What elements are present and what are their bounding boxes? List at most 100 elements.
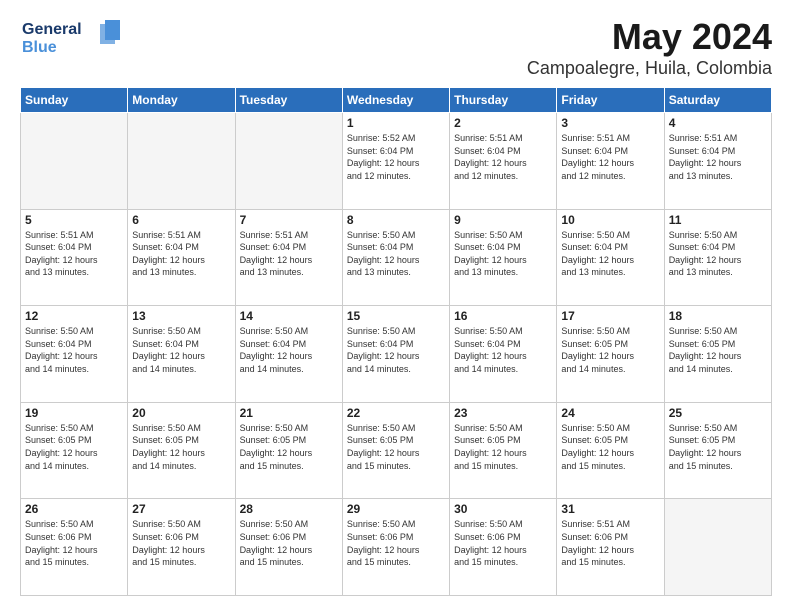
title-block: May 2024 Campoalegre, Huila, Colombia	[527, 16, 772, 79]
header-friday: Friday	[557, 88, 664, 113]
cell-info: Sunrise: 5:51 AM Sunset: 6:04 PM Dayligh…	[669, 132, 767, 182]
day-number: 22	[347, 406, 445, 420]
day-number: 8	[347, 213, 445, 227]
cell-info: Sunrise: 5:51 AM Sunset: 6:04 PM Dayligh…	[561, 132, 659, 182]
cell-info: Sunrise: 5:50 AM Sunset: 6:06 PM Dayligh…	[25, 518, 123, 568]
table-row: 24 Sunrise: 5:50 AM Sunset: 6:05 PM Dayli…	[557, 402, 664, 499]
logo-svg: General Blue	[20, 16, 130, 60]
header-monday: Monday	[128, 88, 235, 113]
cell-info: Sunrise: 5:50 AM Sunset: 6:04 PM Dayligh…	[669, 229, 767, 279]
cell-info: Sunrise: 5:52 AM Sunset: 6:04 PM Dayligh…	[347, 132, 445, 182]
table-row: 19Sunrise: 5:50 AM Sunset: 6:05 PM Dayli…	[21, 402, 128, 499]
table-row: 22 Sunrise: 5:50 AM Sunset: 6:05 PM Dayli…	[342, 402, 449, 499]
header-saturday: Saturday	[664, 88, 771, 113]
table-row: 14 Sunrise: 5:50 AM Sunset: 6:04 PM Dayli…	[235, 306, 342, 403]
table-row: 6Sunrise: 5:51 AM Sunset: 6:04 PM Daylig…	[128, 209, 235, 306]
table-row: 28 Sunrise: 5:50 AM Sunset: 6:06 PM Dayli…	[235, 499, 342, 596]
day-number: 6	[132, 213, 230, 227]
cell-info: Sunrise: 5:50 AM Sunset: 6:05 PM Dayligh…	[669, 422, 767, 472]
cell-info: Sunrise: 5:50 AM Sunset: 6:04 PM Dayligh…	[561, 229, 659, 279]
table-row: 13Sunrise: 5:50 AM Sunset: 6:04 PM Dayli…	[128, 306, 235, 403]
day-number: 15	[347, 309, 445, 323]
table-row: 30 Sunrise: 5:50 AM Sunset: 6:06 PM Dayli…	[450, 499, 557, 596]
day-number: 23	[454, 406, 552, 420]
table-row: 3 Sunrise: 5:51 AM Sunset: 6:04 PM Daylig…	[557, 113, 664, 210]
day-number: 21	[240, 406, 338, 420]
table-row: 23 Sunrise: 5:50 AM Sunset: 6:05 PM Dayli…	[450, 402, 557, 499]
week-row-1: 5 Sunrise: 5:51 AM Sunset: 6:04 PM Daylig…	[21, 209, 772, 306]
calendar-table: Sunday Monday Tuesday Wednesday Thursday…	[20, 87, 772, 596]
table-row: 15 Sunrise: 5:50 AM Sunset: 6:04 PM Dayli…	[342, 306, 449, 403]
day-number: 25	[669, 406, 767, 420]
header: General Blue May 2024 Campoalegre, Huila…	[20, 16, 772, 79]
table-row: 8 Sunrise: 5:50 AM Sunset: 6:04 PM Daylig…	[342, 209, 449, 306]
table-row	[21, 113, 128, 210]
cell-info: Sunrise: 5:50 AM Sunset: 6:05 PM Dayligh…	[454, 422, 552, 472]
day-number: 14	[240, 309, 338, 323]
cell-info: Sunrise: 5:50 AM Sunset: 6:04 PM Dayligh…	[347, 229, 445, 279]
day-number: 13	[132, 309, 230, 323]
table-row: 26 Sunrise: 5:50 AM Sunset: 6:06 PM Dayli…	[21, 499, 128, 596]
cell-info: Sunrise: 5:50 AM Sunset: 6:05 PM Dayligh…	[561, 325, 659, 375]
cell-info: Sunrise: 5:51 AM Sunset: 6:04 PM Dayligh…	[240, 229, 338, 279]
cell-info: Sunrise: 5:50 AM Sunset: 6:04 PM Dayligh…	[454, 325, 552, 375]
day-number: 5	[25, 213, 123, 227]
table-row: 31 Sunrise: 5:51 AM Sunset: 6:06 PM Dayli…	[557, 499, 664, 596]
table-row: 9Sunrise: 5:50 AM Sunset: 6:04 PM Daylig…	[450, 209, 557, 306]
day-number: 17	[561, 309, 659, 323]
day-number: 12	[25, 309, 123, 323]
logo-block: General Blue	[20, 16, 130, 65]
day-number: 30	[454, 502, 552, 516]
table-row: 10 Sunrise: 5:50 AM Sunset: 6:04 PM Dayli…	[557, 209, 664, 306]
day-number: 3	[561, 116, 659, 130]
cell-info: Sunrise: 5:50 AM Sunset: 6:04 PM Dayligh…	[240, 325, 338, 375]
days-header-row: Sunday Monday Tuesday Wednesday Thursday…	[21, 88, 772, 113]
cell-info: Sunrise: 5:50 AM Sunset: 6:06 PM Dayligh…	[347, 518, 445, 568]
day-number: 20	[132, 406, 230, 420]
table-row: 21Sunrise: 5:50 AM Sunset: 6:05 PM Dayli…	[235, 402, 342, 499]
day-number: 1	[347, 116, 445, 130]
header-tuesday: Tuesday	[235, 88, 342, 113]
table-row: 12 Sunrise: 5:50 AM Sunset: 6:04 PM Dayli…	[21, 306, 128, 403]
table-row: 17 Sunrise: 5:50 AM Sunset: 6:05 PM Dayli…	[557, 306, 664, 403]
location-title: Campoalegre, Huila, Colombia	[527, 58, 772, 79]
header-thursday: Thursday	[450, 88, 557, 113]
cell-info: Sunrise: 5:50 AM Sunset: 6:05 PM Dayligh…	[561, 422, 659, 472]
cell-info: Sunrise: 5:50 AM Sunset: 6:06 PM Dayligh…	[132, 518, 230, 568]
cell-info: Sunrise: 5:50 AM Sunset: 6:06 PM Dayligh…	[454, 518, 552, 568]
cell-info: Sunrise: 5:50 AM Sunset: 6:05 PM Dayligh…	[669, 325, 767, 375]
table-row: 20Sunrise: 5:50 AM Sunset: 6:05 PM Dayli…	[128, 402, 235, 499]
header-sunday: Sunday	[21, 88, 128, 113]
cell-info: Sunrise: 5:51 AM Sunset: 6:06 PM Dayligh…	[561, 518, 659, 568]
day-number: 10	[561, 213, 659, 227]
svg-text:Blue: Blue	[22, 39, 57, 56]
cell-info: Sunrise: 5:51 AM Sunset: 6:04 PM Dayligh…	[25, 229, 123, 279]
day-number: 28	[240, 502, 338, 516]
header-wednesday: Wednesday	[342, 88, 449, 113]
cell-info: Sunrise: 5:51 AM Sunset: 6:04 PM Dayligh…	[454, 132, 552, 182]
day-number: 2	[454, 116, 552, 130]
table-row: 27Sunrise: 5:50 AM Sunset: 6:06 PM Dayli…	[128, 499, 235, 596]
table-row: 2 Sunrise: 5:51 AM Sunset: 6:04 PM Daylig…	[450, 113, 557, 210]
table-row: 1 Sunrise: 5:52 AM Sunset: 6:04 PM Daylig…	[342, 113, 449, 210]
table-row: 11 Sunrise: 5:50 AM Sunset: 6:04 PM Dayli…	[664, 209, 771, 306]
cell-info: Sunrise: 5:50 AM Sunset: 6:04 PM Dayligh…	[25, 325, 123, 375]
day-number: 26	[25, 502, 123, 516]
table-row	[664, 499, 771, 596]
day-number: 18	[669, 309, 767, 323]
table-row: 25 Sunrise: 5:50 AM Sunset: 6:05 PM Dayli…	[664, 402, 771, 499]
table-row: 7Sunrise: 5:51 AM Sunset: 6:04 PM Daylig…	[235, 209, 342, 306]
cell-info: Sunrise: 5:50 AM Sunset: 6:04 PM Dayligh…	[347, 325, 445, 375]
table-row: 4Sunrise: 5:51 AM Sunset: 6:04 PM Daylig…	[664, 113, 771, 210]
svg-text:General: General	[22, 21, 82, 38]
cell-info: Sunrise: 5:50 AM Sunset: 6:06 PM Dayligh…	[240, 518, 338, 568]
day-number: 24	[561, 406, 659, 420]
day-number: 29	[347, 502, 445, 516]
day-number: 31	[561, 502, 659, 516]
cell-info: Sunrise: 5:50 AM Sunset: 6:04 PM Dayligh…	[454, 229, 552, 279]
table-row	[235, 113, 342, 210]
cell-info: Sunrise: 5:50 AM Sunset: 6:05 PM Dayligh…	[347, 422, 445, 472]
week-row-3: 19Sunrise: 5:50 AM Sunset: 6:05 PM Dayli…	[21, 402, 772, 499]
cell-info: Sunrise: 5:50 AM Sunset: 6:05 PM Dayligh…	[25, 422, 123, 472]
day-number: 11	[669, 213, 767, 227]
